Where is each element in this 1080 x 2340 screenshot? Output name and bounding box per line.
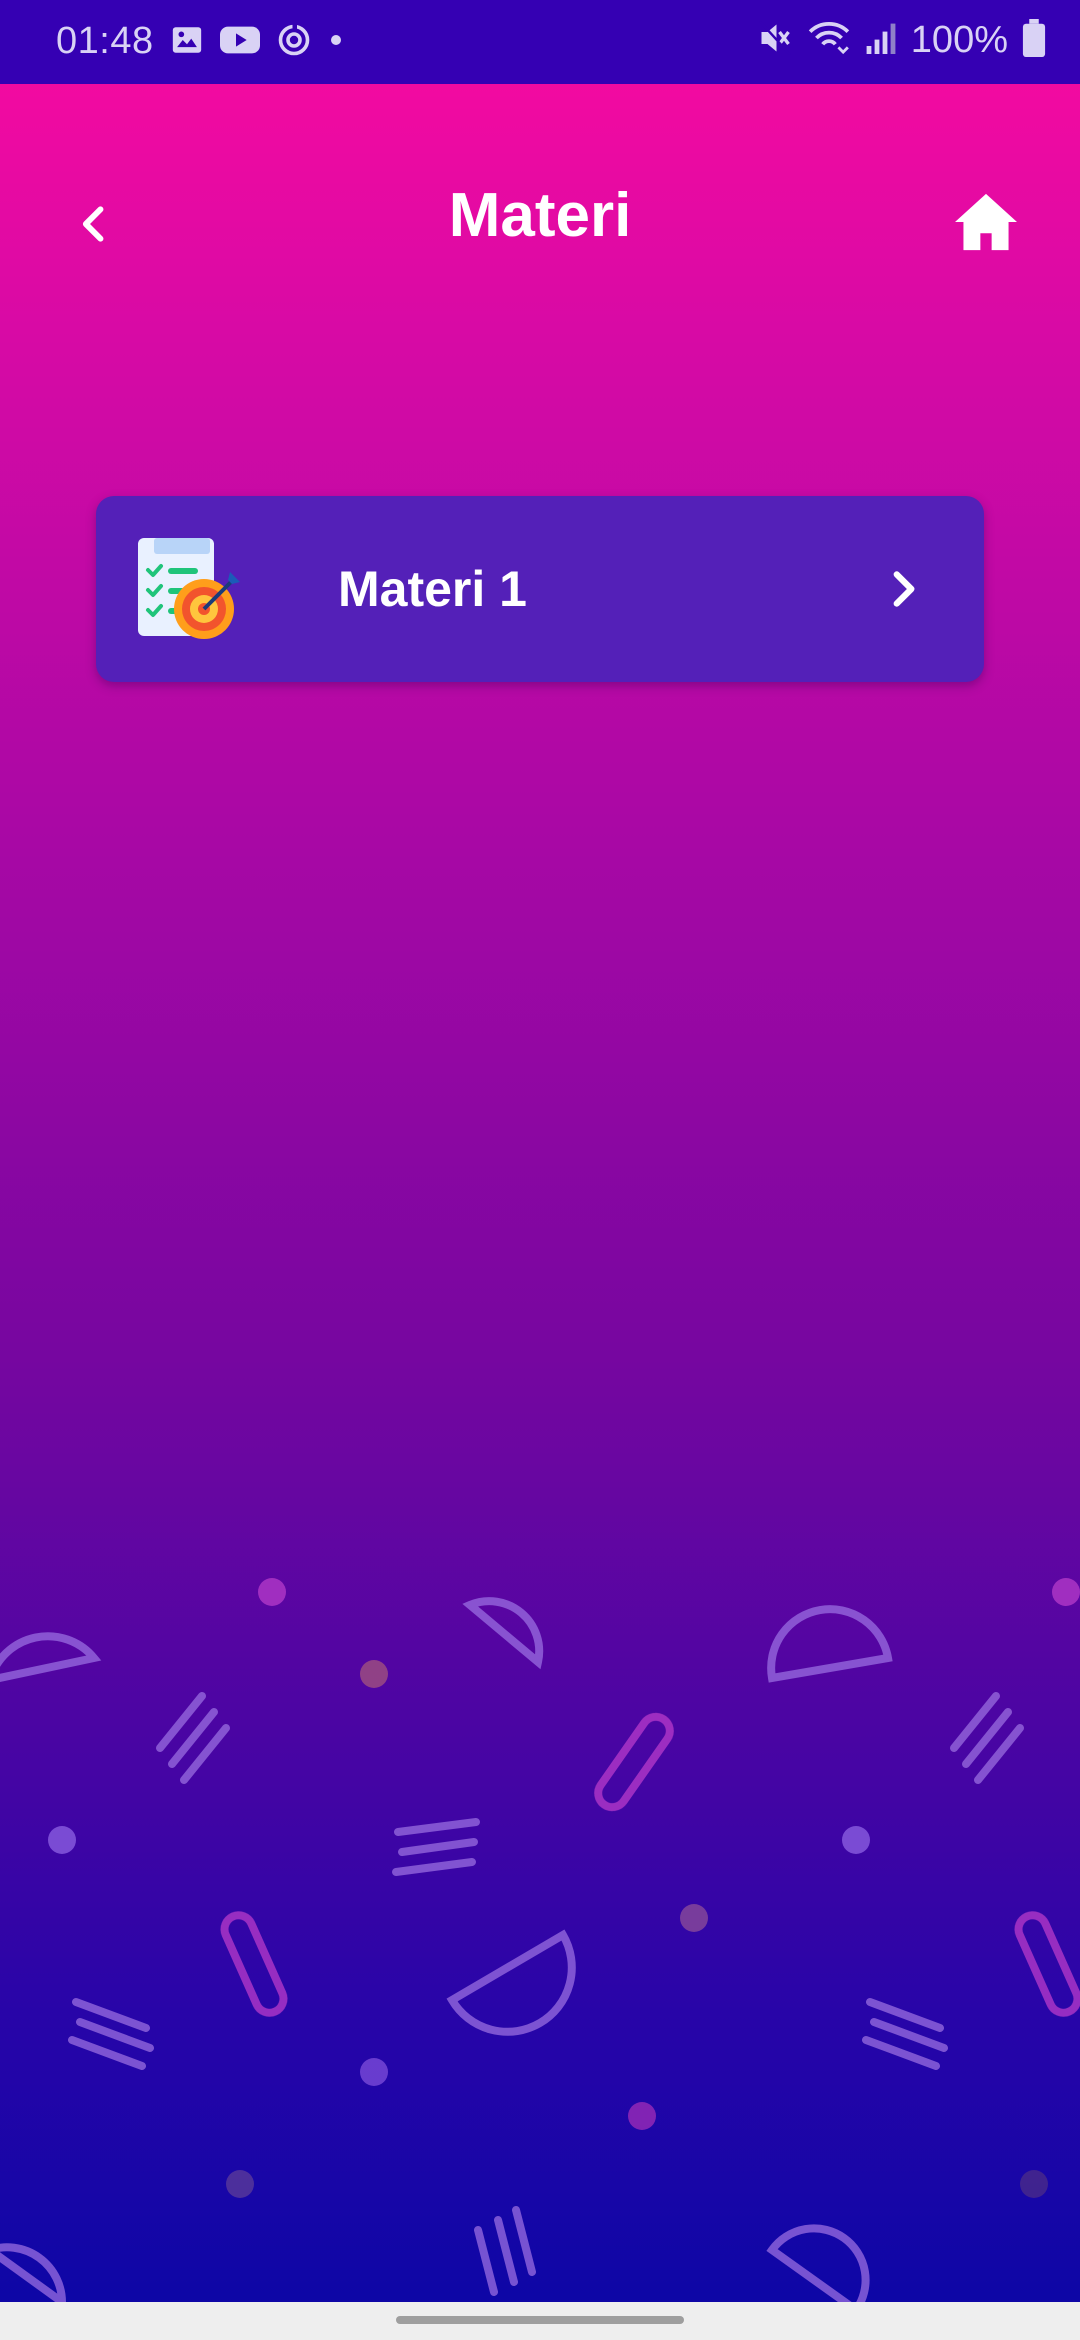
image-icon bbox=[170, 23, 204, 62]
half-circle-shape bbox=[446, 1929, 576, 2036]
half-circle-shape bbox=[766, 2224, 870, 2310]
nav-handle[interactable] bbox=[396, 2316, 684, 2324]
status-icons-left bbox=[170, 22, 344, 63]
mute-icon bbox=[757, 18, 793, 63]
lines-shape bbox=[68, 1998, 154, 2070]
youtube-icon bbox=[220, 24, 260, 61]
signal-icon bbox=[865, 20, 897, 61]
list-item-materi-1[interactable]: Materi 1 bbox=[96, 496, 984, 682]
home-button[interactable] bbox=[948, 184, 1024, 260]
list-item-label: Materi 1 bbox=[338, 561, 527, 617]
lines-shape bbox=[156, 1692, 230, 1784]
decorative-pattern bbox=[0, 1578, 1080, 2310]
materi-list: Materi 1 bbox=[96, 496, 984, 682]
sync-icon bbox=[276, 22, 312, 63]
lines-shape bbox=[950, 1692, 1024, 1784]
half-circle-shape bbox=[0, 1632, 102, 1682]
checklist-target-icon bbox=[138, 538, 240, 639]
system-nav-bar bbox=[0, 2302, 1080, 2340]
half-circle-shape bbox=[0, 2243, 67, 2310]
half-circle-shape bbox=[767, 1605, 893, 1683]
half-circle-shape bbox=[462, 1597, 544, 1670]
status-icons-right: 100% bbox=[757, 18, 1046, 63]
wifi-icon bbox=[807, 18, 851, 63]
chevron-right-icon bbox=[893, 571, 915, 607]
lines-shape bbox=[862, 1998, 948, 2070]
lines-shape bbox=[392, 1818, 480, 1876]
app-bar: Materi bbox=[0, 84, 1080, 354]
dot-icon bbox=[328, 32, 344, 53]
battery-percent: 100% bbox=[910, 19, 1008, 61]
screen: 01:48 100% Materi Materi 1 bbox=[0, 0, 1080, 2340]
status-time: 01:48 bbox=[56, 20, 154, 62]
status-bar: 01:48 100% bbox=[0, 0, 1080, 84]
home-icon bbox=[955, 193, 1017, 251]
pill-shape bbox=[220, 1911, 288, 2017]
lines-shape bbox=[474, 2206, 536, 2296]
page-title: Materi bbox=[448, 181, 632, 250]
battery-icon bbox=[1022, 19, 1046, 62]
pill-shape bbox=[1014, 1911, 1080, 2017]
pill-shape bbox=[594, 1712, 674, 1812]
dots bbox=[48, 1578, 1080, 2198]
